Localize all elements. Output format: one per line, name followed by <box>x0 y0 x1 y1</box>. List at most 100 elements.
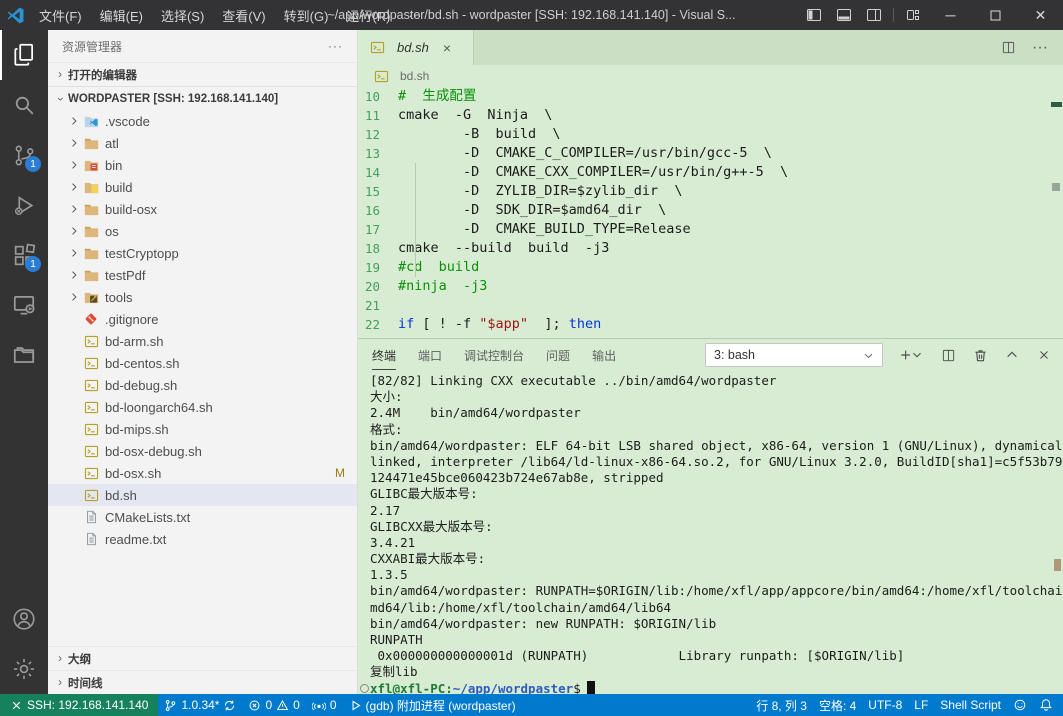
indentation[interactable]: 空格: 4 <box>813 694 862 716</box>
terminal-line: 1.3.5 <box>370 567 1057 583</box>
chevron-right-icon: › <box>52 653 68 665</box>
section-时间线[interactable]: ›时间线 <box>48 670 357 694</box>
tab-close-icon[interactable]: × <box>443 40 451 56</box>
tree-item-bd-mips.sh[interactable]: bd-mips.sh <box>48 418 357 440</box>
chevron-right-icon <box>66 269 82 281</box>
remote-explorer-icon <box>11 292 37 318</box>
menu-item-2[interactable]: 编辑(E) <box>91 0 152 30</box>
close-button[interactable]: ✕ <box>1018 0 1063 30</box>
tree-item-atl[interactable]: atl <box>48 132 357 154</box>
line-number: 13 <box>358 144 398 163</box>
sidebar-more-icon[interactable]: ··· <box>328 39 343 53</box>
prompt-dollar: $ <box>573 681 581 694</box>
language-mode[interactable]: Shell Script <box>934 694 1007 716</box>
panel-tab-问题[interactable]: 问题 <box>546 341 570 369</box>
activity-search-icon[interactable] <box>0 80 48 130</box>
editor-more-actions-icon[interactable]: ··· <box>1029 37 1051 59</box>
tree-item-label: os <box>105 224 357 239</box>
workspace-section[interactable]: › WORDPASTER [SSH: 192.168.141.140] <box>48 86 357 110</box>
problems-status[interactable]: 0 0 <box>242 694 305 716</box>
ports-status[interactable]: 0 <box>306 694 343 716</box>
terminal-scrollbar[interactable] <box>1054 559 1061 571</box>
chevron-right-icon <box>66 247 82 259</box>
tree-item-bd-osx-debug.sh[interactable]: bd-osx-debug.sh <box>48 440 357 462</box>
section-大纲[interactable]: ›大纲 <box>48 646 357 670</box>
terminal-line: 0x000000000000001d (RUNPATH) Library run… <box>370 648 1057 664</box>
tree-item-build-osx[interactable]: build-osx <box>48 198 357 220</box>
tree-item-.vscode[interactable]: .vscode <box>48 110 357 132</box>
activity-source-control-icon[interactable]: 1 <box>0 130 48 180</box>
panel-tab-调试控制台[interactable]: 调试控制台 <box>464 341 524 369</box>
panel-tab-输出[interactable]: 输出 <box>592 341 616 369</box>
panel-tab-端口[interactable]: 端口 <box>418 341 442 369</box>
tree-item-bd-centos.sh[interactable]: bd-centos.sh <box>48 352 357 374</box>
line-content: -D CMAKE_CXX_COMPILER=/usr/bin/g++-5 \ <box>398 163 788 182</box>
notifications-bell-icon[interactable] <box>1033 694 1063 716</box>
command-decoration-icon[interactable] <box>360 684 369 693</box>
split-terminal-icon[interactable] <box>937 344 959 366</box>
close-panel-icon[interactable] <box>1033 344 1055 366</box>
tree-item-label: bin <box>105 158 357 173</box>
tree-item-CMakeLists.txt[interactable]: CMakeLists.txt <box>48 506 357 528</box>
window-title: ~/app/wordpaster/bd.sh - wordpaster [SSH… <box>328 8 736 22</box>
split-editor-icon[interactable] <box>997 37 1019 59</box>
panel-tab-终端[interactable]: 终端 <box>372 341 396 370</box>
activity-folders-icon[interactable] <box>0 330 48 380</box>
menu-item-1[interactable]: 文件(F) <box>30 0 91 30</box>
code-editor[interactable]: 10# 生成配置11cmake -G Ninja \12 -B build \1… <box>358 87 1063 338</box>
toggle-panel-icon[interactable] <box>829 0 859 30</box>
tree-item-bin[interactable]: bin <box>48 154 357 176</box>
open-editors-section[interactable]: › 打开的编辑器 <box>48 62 357 86</box>
activity-extensions-icon[interactable]: 1 <box>0 230 48 280</box>
tree-item-label: testPdf <box>105 268 357 283</box>
minimize-button[interactable]: ─ <box>928 0 973 30</box>
maximize-panel-icon[interactable] <box>1001 344 1023 366</box>
terminal-picker-dropdown[interactable]: 3: bash <box>705 343 883 367</box>
tree-item-bd-loongarch64.sh[interactable]: bd-loongarch64.sh <box>48 396 357 418</box>
encoding[interactable]: UTF-8 <box>862 694 908 716</box>
activity-run-debug-icon[interactable] <box>0 180 48 230</box>
tree-item-testCryptopp[interactable]: testCryptopp <box>48 242 357 264</box>
tab-bd-sh[interactable]: bd.sh × <box>358 30 474 65</box>
tree-item-bd-arm.sh[interactable]: bd-arm.sh <box>48 330 357 352</box>
activity-remote-explorer-icon[interactable] <box>0 280 48 330</box>
shell-file-icon <box>368 41 386 54</box>
activity-settings-gear-icon[interactable] <box>0 644 48 694</box>
tree-item-os[interactable]: os <box>48 220 357 242</box>
shell-file-icon <box>82 401 100 414</box>
tree-item-build[interactable]: build <box>48 176 357 198</box>
line-content: -D CMAKE_BUILD_TYPE=Release <box>398 220 691 239</box>
activity-account-icon[interactable] <box>0 594 48 644</box>
terminal-output[interactable]: [82/82] Linking CXX executable ../bin/am… <box>358 371 1063 694</box>
toggle-secondary-sidebar-icon[interactable] <box>859 0 889 30</box>
tree-item-testPdf[interactable]: testPdf <box>48 264 357 286</box>
tree-item-label: bd.sh <box>105 488 357 503</box>
tree-item-label: .gitignore <box>105 312 357 327</box>
eol-sequence[interactable]: LF <box>908 694 934 716</box>
debug-status[interactable]: (gdb) 附加进程 (wordpaster) <box>343 694 522 716</box>
tree-item-bd-osx.sh[interactable]: bd-osx.shM <box>48 462 357 484</box>
tree-item-.gitignore[interactable]: .gitignore <box>48 308 357 330</box>
toggle-sidebar-icon[interactable] <box>799 0 829 30</box>
remote-indicator[interactable]: SSH: 192.168.141.140 <box>0 694 158 716</box>
activity-explorer-icon[interactable] <box>0 30 48 80</box>
bottom-panel: 终端端口调试控制台问题输出 3: bash <box>358 338 1063 694</box>
kill-terminal-icon[interactable] <box>969 344 991 366</box>
new-terminal-icon[interactable] <box>893 344 927 366</box>
git-branch-status[interactable]: 1.0.34* <box>158 694 242 716</box>
tree-item-bd-debug.sh[interactable]: bd-debug.sh <box>48 374 357 396</box>
folder-icon <box>82 137 100 150</box>
customize-layout-icon[interactable] <box>898 0 928 30</box>
breadcrumb[interactable]: bd.sh <box>358 65 1063 87</box>
terminal-line: 复制lib <box>370 664 1057 680</box>
feedback-icon[interactable] <box>1007 694 1033 716</box>
terminal-prompt: xfl@xfl-PC:~/app/wordpaster$ <box>370 681 1057 694</box>
cursor-position[interactable]: 行 8, 列 3 <box>750 694 813 716</box>
tree-item-tools[interactable]: tools <box>48 286 357 308</box>
maximize-button[interactable] <box>973 0 1018 30</box>
tree-item-readme.txt[interactable]: readme.txt <box>48 528 357 550</box>
menu-item-4[interactable]: 查看(V) <box>213 0 274 30</box>
tree-item-bd.sh[interactable]: bd.sh <box>48 484 357 506</box>
editor-tab-bar: bd.sh × ··· <box>358 30 1063 65</box>
menu-item-3[interactable]: 选择(S) <box>152 0 213 30</box>
